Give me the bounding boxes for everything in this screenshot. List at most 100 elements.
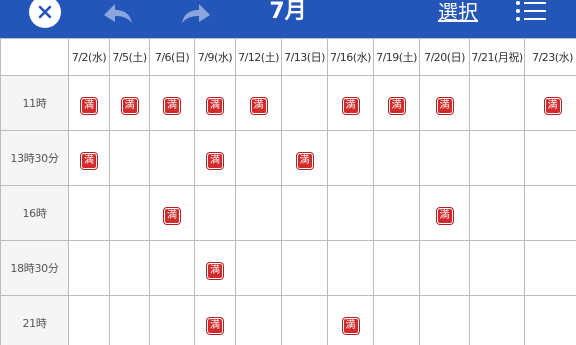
slot-cell[interactable] [281, 295, 328, 345]
slot-cell[interactable]: 満 [149, 75, 195, 131]
slot-cell[interactable]: 満 [194, 75, 236, 131]
date-header: 7/23(水) [524, 38, 576, 76]
slot-cell[interactable]: 満 [419, 185, 470, 241]
slot-cell[interactable]: 満 [68, 130, 110, 186]
slot-cell[interactable] [469, 185, 525, 241]
forward-button[interactable] [178, 0, 214, 28]
full-badge: 満 [436, 207, 453, 224]
slot-cell[interactable]: 満 [194, 295, 236, 345]
close-button[interactable] [29, 0, 61, 28]
slot-cell[interactable] [419, 130, 470, 186]
top-bar: 7月 選択 [0, 0, 576, 38]
slot-cell[interactable] [68, 295, 110, 345]
full-badge: 満 [121, 97, 138, 114]
time-label: 13時30分 [0, 130, 69, 186]
date-header: 7/21(月祝) [469, 38, 525, 76]
time-label: 18時30分 [0, 240, 69, 296]
full-badge: 満 [296, 152, 313, 169]
time-row: 13時30分満満満 [0, 130, 576, 186]
date-header: 7/20(日) [419, 38, 470, 76]
slot-cell[interactable] [327, 185, 374, 241]
full-badge: 満 [207, 262, 223, 279]
month-title: 7月 [269, 0, 307, 24]
slot-cell[interactable] [109, 130, 150, 186]
full-badge: 満 [544, 97, 561, 114]
list-icon [516, 1, 546, 21]
date-header: 7/9(水) [194, 38, 236, 76]
slot-cell[interactable]: 満 [524, 75, 576, 131]
slot-cell[interactable] [373, 295, 420, 345]
undo-arrow-icon [104, 4, 132, 23]
slot-cell[interactable] [524, 295, 576, 345]
slot-cell[interactable] [373, 240, 420, 296]
slot-cell[interactable] [469, 240, 525, 296]
slot-cell[interactable] [524, 185, 576, 241]
date-header-row: 7/2(水) 7/5(土) 7/6(日) 7/9(水) 7/12(土) 7/13(日) 7/… [0, 38, 576, 76]
slot-cell[interactable]: 満 [149, 185, 195, 241]
slot-cell[interactable] [235, 130, 282, 186]
time-row: 18時30分 満 [0, 240, 576, 296]
slot-cell[interactable] [419, 295, 470, 345]
slot-cell[interactable]: 満 [419, 75, 470, 131]
slot-cell[interactable] [469, 295, 525, 345]
full-badge: 満 [207, 97, 223, 114]
slot-cell[interactable] [149, 295, 195, 345]
list-button[interactable] [514, 0, 548, 22]
redo-arrow-icon [182, 4, 210, 23]
time-row: 16時 満 満 [0, 185, 576, 241]
full-badge: 満 [164, 207, 180, 224]
slot-cell[interactable] [373, 185, 420, 241]
slot-cell[interactable] [235, 185, 282, 241]
slot-cell[interactable] [524, 130, 576, 186]
full-badge: 満 [342, 317, 359, 334]
availability-table: 7/2(水) 7/5(土) 7/6(日) 7/9(水) 7/12(土) 7/13(日) 7/… [0, 38, 576, 345]
slot-cell[interactable]: 満 [281, 130, 328, 186]
slot-cell[interactable]: 満 [68, 75, 110, 131]
time-label: 21時 [0, 295, 69, 345]
date-header: 7/16(水) [327, 38, 374, 76]
slot-cell[interactable]: 満 [235, 75, 282, 131]
slot-cell[interactable] [469, 130, 525, 186]
time-row: 21時 満 満 [0, 295, 576, 345]
date-header: 7/5(土) [109, 38, 150, 76]
slot-cell[interactable]: 満 [194, 130, 236, 186]
slot-cell[interactable] [373, 130, 420, 186]
slot-cell[interactable]: 満 [327, 295, 374, 345]
availability-grid: 7/2(水) 7/5(土) 7/6(日) 7/9(水) 7/12(土) 7/13(日) 7/… [0, 38, 576, 345]
slot-cell[interactable] [235, 240, 282, 296]
date-header: 7/13(日) [281, 38, 328, 76]
time-row: 11時満満満満満満満満満 [0, 75, 576, 131]
slot-cell[interactable] [68, 240, 110, 296]
slot-cell[interactable] [109, 185, 150, 241]
slot-cell[interactable] [235, 295, 282, 345]
slot-cell[interactable] [281, 75, 328, 131]
date-header: 7/2(水) [68, 38, 110, 76]
select-button[interactable]: 選択 [438, 0, 478, 30]
slot-cell[interactable] [419, 240, 470, 296]
date-header: 7/6(日) [149, 38, 195, 76]
slot-cell[interactable] [281, 185, 328, 241]
slot-cell[interactable] [149, 240, 195, 296]
slot-cell[interactable]: 満 [373, 75, 420, 131]
slot-cell[interactable] [149, 130, 195, 186]
slot-cell[interactable] [68, 185, 110, 241]
full-badge: 満 [250, 97, 267, 114]
full-badge: 満 [207, 152, 223, 169]
time-label: 11時 [0, 75, 69, 131]
slot-cell[interactable] [327, 240, 374, 296]
time-label: 16時 [0, 185, 69, 241]
slot-cell[interactable] [469, 75, 525, 131]
slot-cell[interactable] [281, 240, 328, 296]
slot-cell[interactable]: 満 [109, 75, 150, 131]
slot-cell[interactable] [524, 240, 576, 296]
slot-cell[interactable] [109, 240, 150, 296]
slot-cell[interactable] [194, 185, 236, 241]
back-button[interactable] [100, 0, 136, 28]
slot-cell[interactable]: 満 [194, 240, 236, 296]
slot-cell[interactable] [109, 295, 150, 345]
full-badge: 満 [436, 97, 453, 114]
slot-cell[interactable]: 満 [327, 75, 374, 131]
full-badge: 満 [81, 152, 97, 169]
close-icon [38, 5, 52, 19]
slot-cell[interactable] [327, 130, 374, 186]
